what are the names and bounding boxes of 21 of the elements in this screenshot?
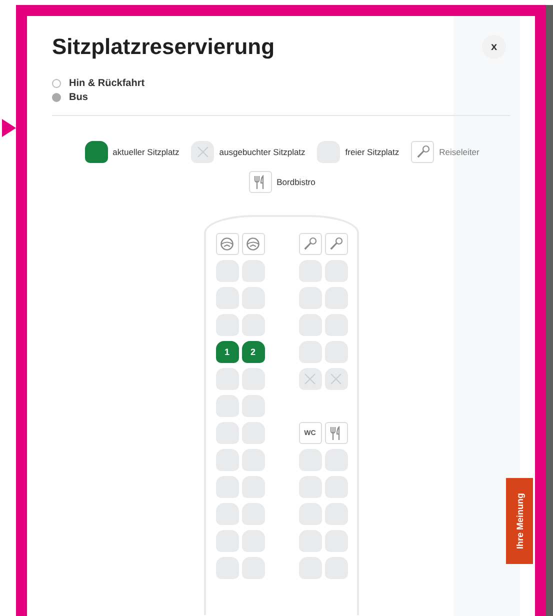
legend-label: Bordbistro xyxy=(276,177,316,187)
microphone-icon xyxy=(303,237,317,251)
feedback-tab[interactable]: Ihre Meinung xyxy=(506,478,533,564)
legend-label: Reiseleiter xyxy=(439,147,480,157)
legend-label: ausgebuchter Sitzplatz xyxy=(219,147,306,157)
cross-icon xyxy=(330,373,342,385)
step-label: Bus xyxy=(69,92,88,103)
legend-label: aktueller Sitzplatz xyxy=(112,147,180,157)
microphone-icon xyxy=(329,237,343,251)
steering-wheel-icon xyxy=(220,237,234,251)
step-label: Hin & Rückfahrt xyxy=(69,78,145,89)
cross-icon xyxy=(196,146,209,158)
selected-seat-swatch xyxy=(84,141,108,163)
selected-seat[interactable]: 2 xyxy=(242,341,264,363)
dialog-title: Sitzplatzreservierung xyxy=(52,34,275,60)
microphone-icon xyxy=(416,145,430,159)
selected-seat[interactable]: 1 xyxy=(216,341,238,363)
legend-label: freier Sitzplatz xyxy=(345,147,400,157)
close-button[interactable]: x xyxy=(482,35,506,59)
cross-icon xyxy=(304,373,316,385)
steering-wheel-icon xyxy=(246,237,260,251)
